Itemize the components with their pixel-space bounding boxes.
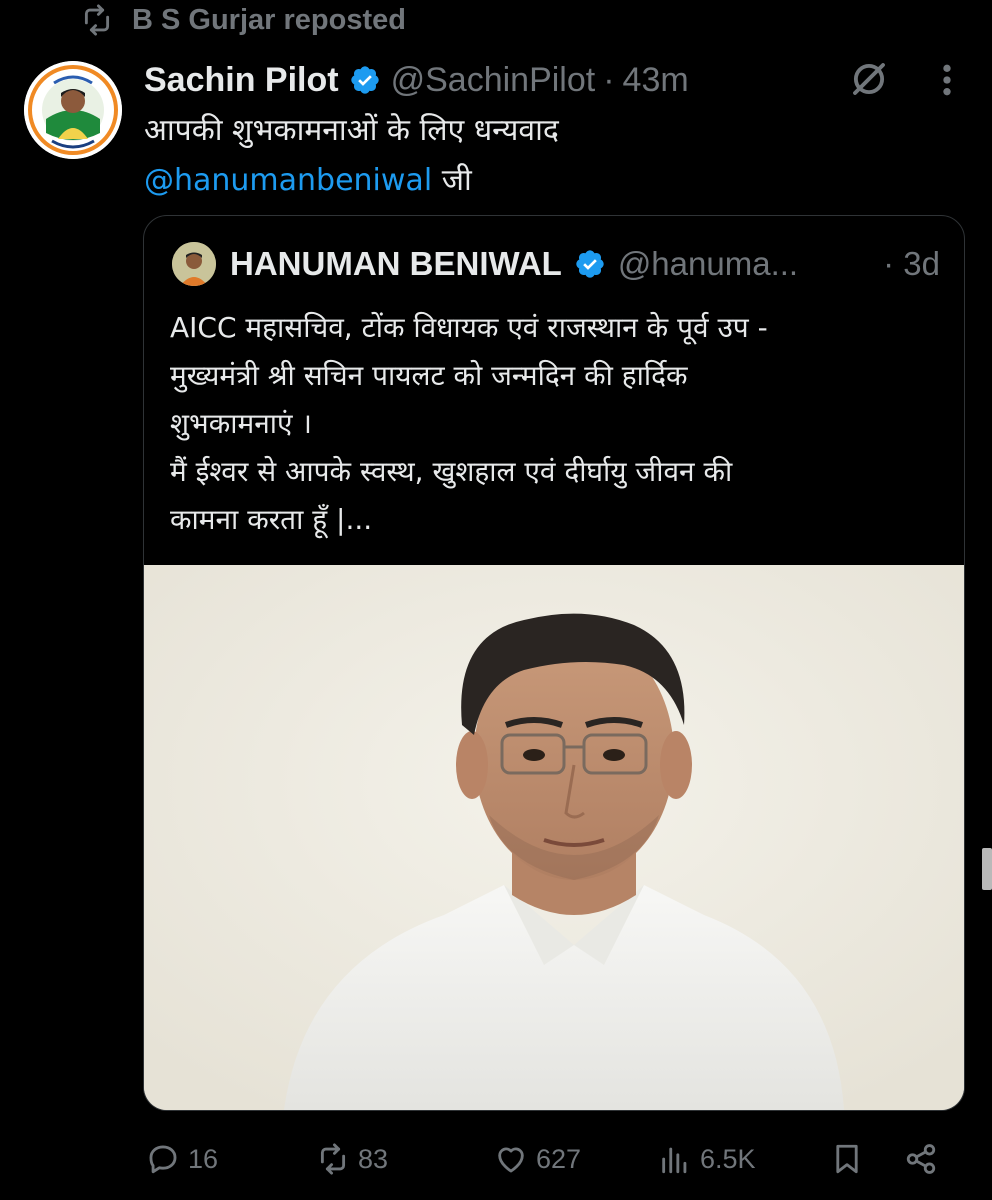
tweet-page: B S Gurjar reposted Sachin Pilot @Sachin… — [0, 0, 992, 1200]
tweet-text-line-2: @hanumanbeniwal जी — [144, 156, 944, 206]
tweet-time[interactable]: 43m — [623, 61, 689, 100]
repost-indicator[interactable]: B S Gurjar reposted — [80, 0, 406, 40]
bookmark-icon — [836, 1144, 858, 1174]
more-vertical-icon[interactable] — [932, 60, 962, 100]
reply-count: 16 — [188, 1143, 219, 1174]
tweet-text-suffix: जी — [432, 163, 472, 198]
author-name[interactable]: Sachin Pilot — [144, 61, 339, 100]
separator-dot: · — [603, 60, 615, 99]
quoted-author-avatar[interactable] — [172, 242, 216, 286]
quoted-tweet-text: AICC महासचिव, टोंक विधायक एवं राजस्थान क… — [170, 304, 950, 544]
tweet-text-line-1: आपकी शुभकामनाओं के लिए धन्यवाद — [144, 113, 559, 148]
quoted-avatar-image — [172, 242, 216, 286]
action-bar: 16 83 627 6.5K — [0, 1132, 992, 1186]
quoted-author-name[interactable]: HANUMAN BENIWAL — [230, 245, 562, 283]
portrait-photo — [144, 565, 964, 1110]
quoted-tweet-photo[interactable] — [144, 565, 964, 1110]
avatar-image — [24, 61, 122, 159]
bookmark-button[interactable] — [830, 1132, 864, 1186]
views-icon — [662, 1147, 687, 1174]
quoted-text-line: मैं ईश्वर से आपके स्वस्थ, खुशहाल एवं दीर… — [170, 455, 733, 488]
quoted-text-line: AICC महासचिव, टोंक विधायक एवं राजस्थान क… — [170, 311, 768, 344]
author-handle[interactable]: @SachinPilot — [391, 61, 596, 100]
repost-count: 83 — [358, 1143, 389, 1174]
quoted-tweet-time[interactable]: · 3d — [883, 245, 940, 283]
quoted-text-line: मुख्यमंत्री श्री सचिन पायलट को जन्मदिन क… — [170, 359, 688, 392]
tweet-text: आपकी शुभकामनाओं के लिए धन्यवाद @hanumanb… — [144, 106, 944, 206]
mention-link[interactable]: @hanumanbeniwal — [144, 163, 432, 198]
share-button[interactable] — [904, 1132, 938, 1186]
share-icon — [906, 1144, 936, 1174]
views-button[interactable]: 6.5K — [658, 1132, 756, 1186]
author-avatar[interactable] — [24, 61, 122, 159]
repost-icon — [320, 1143, 346, 1175]
quoted-author-handle[interactable]: @hanuma... — [618, 245, 798, 283]
scrollbar-thumb[interactable] — [982, 848, 992, 890]
repost-label[interactable]: B S Gurjar reposted — [132, 4, 406, 37]
quoted-tweet-header: HANUMAN BENIWAL @hanuma... · 3d — [230, 240, 940, 288]
repost-icon — [84, 4, 110, 36]
grok-icon[interactable] — [848, 58, 890, 100]
tweet-header: Sachin Pilot @SachinPilot · 43m — [144, 56, 689, 104]
reply-button[interactable]: 16 — [146, 1132, 218, 1186]
quoted-text-line: शुभकामनाएं । — [170, 407, 313, 440]
views-count: 6.5K — [700, 1143, 756, 1174]
like-count: 627 — [536, 1143, 582, 1174]
quoted-tweet-card[interactable]: HANUMAN BENIWAL @hanuma... · 3d AICC महा… — [143, 215, 965, 1111]
verified-badge-icon — [350, 66, 379, 94]
reply-icon — [149, 1145, 177, 1174]
like-button[interactable]: 627 — [494, 1132, 581, 1186]
quoted-text-line: कामना करता हूँ |... — [170, 503, 373, 536]
heart-icon — [498, 1147, 524, 1173]
verified-badge-icon — [576, 250, 604, 278]
repost-button[interactable]: 83 — [316, 1132, 388, 1186]
